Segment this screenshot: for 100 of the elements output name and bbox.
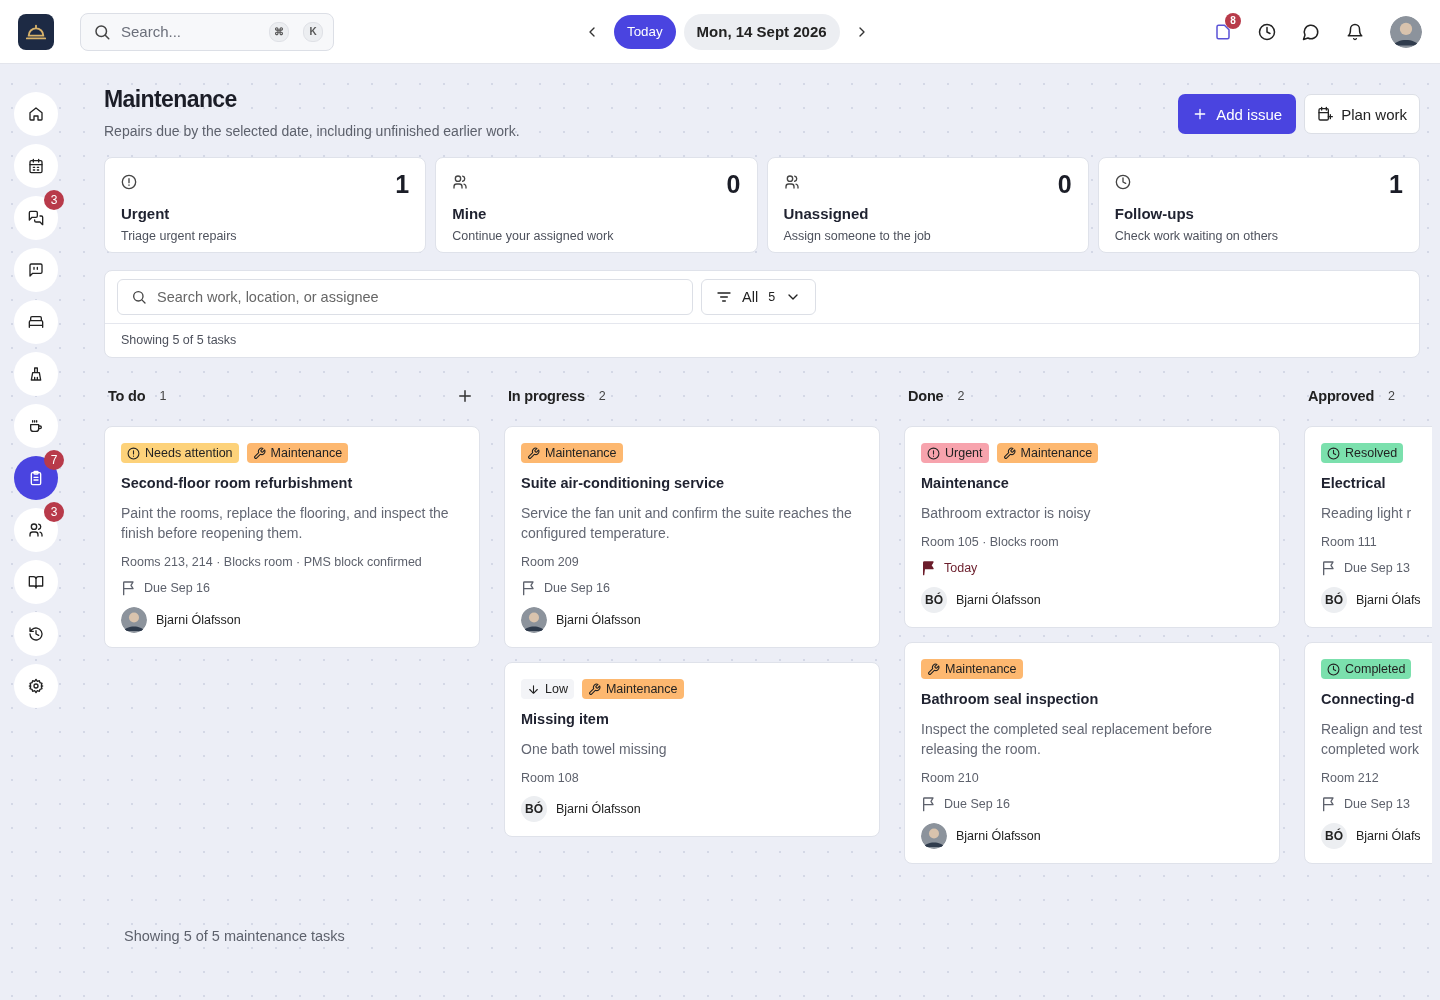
- task-title: Missing item: [521, 711, 609, 727]
- sidebar-item[interactable]: [14, 560, 58, 604]
- column-count: 1: [159, 389, 167, 403]
- wrench-icon: [1002, 446, 1016, 460]
- today-button[interactable]: Today: [614, 14, 676, 49]
- assignee-name: Bjarni Ólafs: [1356, 829, 1421, 843]
- count: 0: [726, 170, 741, 199]
- sidebar-item[interactable]: [14, 300, 58, 344]
- alert-icon: [127, 446, 140, 460]
- assignee-name: Bjarni Ólafsson: [556, 802, 641, 816]
- search-field[interactable]: Search... ⌘ K: [80, 12, 334, 51]
- avatar: [521, 607, 547, 633]
- count-badge: 7: [44, 450, 64, 470]
- tag: Maintenance: [246, 443, 349, 463]
- task-card[interactable]: Completed Connecting-d Realign and test completed work Room 212 Due Sep 13 BÓ Bjarni Ólafs: [1304, 642, 1432, 864]
- sidebar-item[interactable]: [14, 664, 58, 708]
- footer-summary: Showing 5 of 5 maintenance tasks: [124, 928, 345, 944]
- tag: Resolved: [1321, 443, 1404, 463]
- task-title: Connecting-d: [1321, 691, 1415, 707]
- card-title: Mine: [452, 205, 488, 222]
- card-title: Urgent: [121, 205, 171, 222]
- sidebar-item[interactable]: [14, 144, 58, 188]
- assignee-name: Bjarni Ólafsson: [556, 613, 641, 627]
- task-location: Room 108: [521, 771, 579, 785]
- summary-card[interactable]: 1 Urgent Triage urgent repairs: [104, 157, 427, 253]
- column-count: 2: [957, 389, 965, 403]
- bell-icon: [1346, 22, 1364, 41]
- sidebar-item[interactable]: [14, 352, 58, 396]
- task-location: Room 210: [921, 771, 979, 785]
- users-icon: [28, 522, 44, 538]
- flag-icon: [1321, 560, 1337, 576]
- clipboard-icon: [28, 470, 44, 486]
- tag: Urgent: [921, 443, 989, 463]
- task-description: Reading light r: [1321, 504, 1412, 523]
- card-subtitle: Assign someone to the job: [783, 229, 932, 243]
- task-title: Suite air-conditioning service: [521, 475, 725, 491]
- avatar: [921, 823, 947, 849]
- task-description: Service the fan unit and confirm the suite reaches the configured temperature.: [521, 504, 853, 543]
- task-location: Room 212: [1321, 771, 1379, 785]
- shortcut-key: ⌘: [269, 21, 289, 42]
- tag: Completed: [1321, 659, 1412, 679]
- tag: Maintenance: [996, 443, 1099, 463]
- column-title: In progress: [508, 388, 585, 404]
- task-location: Rooms 213, 214 · Blocks room · PMS block confirmed: [121, 555, 422, 569]
- task-title: Bathroom seal inspection: [921, 691, 1099, 707]
- task-card[interactable]: Maintenance Bathroom seal inspection Inspect the completed seal replacement before releasing the room. Room 210 Due Sep 16 Bjarni Ólafsson: [904, 642, 1280, 864]
- search-icon: [93, 22, 111, 41]
- tag: Maintenance: [921, 659, 1023, 679]
- column-title: Approved: [1308, 388, 1375, 404]
- quote-bubble-icon: [28, 262, 44, 278]
- date-selector[interactable]: Mon, 14 Sept 2026: [683, 13, 840, 50]
- summary-card[interactable]: 1 Follow-ups Check work waiting on others: [1097, 157, 1420, 253]
- chat-bubbles-icon: [28, 210, 44, 226]
- task-card[interactable]: Resolved Electrical Reading light r Room 111 Due Sep 13 BÓ Bjarni Ólafs: [1304, 426, 1432, 628]
- due-date: Due Sep 16: [544, 581, 611, 595]
- assignee-name: Bjarni Ólafs: [1356, 593, 1421, 607]
- plan-work-button[interactable]: Plan work: [1304, 94, 1420, 134]
- filter-dropdown[interactable]: All 5: [701, 279, 817, 315]
- task-description: Paint the rooms, replace the flooring, and inspect the finish before reopening them.: [121, 504, 450, 543]
- initials-avatar: BÓ: [1321, 587, 1347, 613]
- cup-icon: [28, 418, 44, 434]
- arrow-down-icon: [527, 682, 540, 696]
- calendar-plus-icon: [1317, 106, 1334, 122]
- sidebar-item[interactable]: [14, 196, 58, 240]
- summary-card[interactable]: 0 Mine Continue your assigned work: [435, 157, 758, 253]
- flag-icon: [921, 796, 937, 812]
- task-card[interactable]: [104, 426, 480, 648]
- add-issue-button[interactable]: Add issue: [1178, 94, 1297, 134]
- task-description: One bath towel missing: [521, 740, 667, 759]
- task-card[interactable]: Low Maintenance Missing item One bath towel missing Room 108 BÓ Bjarni Ólafsson: [504, 662, 880, 837]
- filter-icon: [716, 289, 732, 305]
- sidebar-item[interactable]: [14, 612, 58, 656]
- profile-avatar[interactable]: [1390, 15, 1422, 48]
- wrench-icon: [587, 682, 601, 696]
- task-description: Bathroom extractor is noisy: [921, 504, 1091, 523]
- logo-icon[interactable]: [18, 13, 54, 50]
- flag-icon: [521, 580, 537, 596]
- initials-avatar: BÓ: [921, 587, 947, 613]
- sidebar-item[interactable]: [14, 456, 58, 500]
- card-title: Unassigned: [783, 205, 870, 222]
- users-icon: [783, 174, 800, 190]
- clock-icon: [1114, 174, 1131, 190]
- calendar-icon: [28, 158, 44, 174]
- summary-card[interactable]: 0 Unassigned Assign someone to the job: [766, 157, 1089, 253]
- wrench-icon: [927, 662, 940, 676]
- task-card[interactable]: Urgent Maintenance Maintenance Bathroom extractor is noisy Room 105 · Blocks room Today BÓ Bjarni Ólafsson: [904, 426, 1280, 628]
- document-button[interactable]: 8: [1204, 12, 1242, 51]
- avatar: [121, 607, 147, 633]
- card-subtitle: Check work waiting on others: [1114, 229, 1280, 243]
- sidebar-item[interactable]: [14, 404, 58, 448]
- initials-avatar: BÓ: [1321, 823, 1347, 849]
- task-card[interactable]: Maintenance Suite air-conditioning service Service the fan unit and confirm the suite reaches the configured temperature. Room 209 Due Sep 16 Bjarni Ólafsson: [504, 426, 880, 648]
- card-subtitle: Triage urgent repairs: [121, 229, 238, 243]
- count-badge: 3: [44, 190, 64, 210]
- settings-icon: [28, 678, 44, 694]
- search-field[interactable]: Search work, location, or assignee: [117, 279, 693, 315]
- sidebar-item[interactable]: [14, 508, 58, 552]
- count-badge: 3: [44, 502, 64, 522]
- flag-icon: [921, 560, 937, 576]
- document-icon: [1214, 22, 1232, 41]
